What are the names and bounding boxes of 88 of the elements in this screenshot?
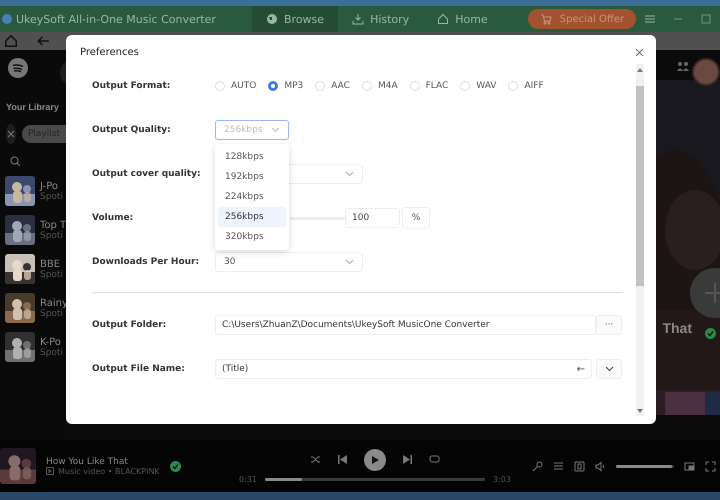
shuffle-icon[interactable] — [310, 454, 321, 465]
chevron-down-icon — [271, 127, 280, 133]
format-radio[interactable]: MP3 — [268, 81, 304, 91]
file-name-field[interactable]: (Title) ← — [215, 359, 592, 379]
chevron-down-icon — [345, 259, 354, 265]
nav-tab[interactable]: Browse — [252, 6, 338, 32]
track-title[interactable]: How You Like That — [46, 456, 160, 466]
playlist-subtitle: Spoti — [40, 270, 63, 280]
duration-time: 3:03 — [493, 474, 511, 484]
mini-player-icon[interactable] — [684, 460, 695, 472]
nav-tab[interactable]: Home — [423, 6, 502, 32]
playlist-subtitle: Spoti — [40, 192, 63, 202]
volume-slider[interactable] — [616, 464, 674, 468]
dropdown-option[interactable]: 128kbps — [218, 147, 286, 167]
play-button[interactable] — [364, 448, 386, 470]
scroll-up-icon[interactable] — [637, 68, 643, 72]
format-radio[interactable]: AAC — [315, 81, 350, 91]
playlist-subtitle: Spoti — [40, 308, 64, 318]
field-label: Output Quality: — [92, 125, 172, 135]
friends-icon[interactable] — [676, 60, 690, 74]
browse-button[interactable]: ··· — [596, 315, 622, 335]
progress-bar[interactable] — [265, 478, 485, 480]
volume-input[interactable]: 100 — [345, 208, 400, 228]
unit-label: % — [402, 207, 430, 229]
scrollbar[interactable] — [636, 64, 644, 416]
globe-icon — [266, 13, 278, 25]
playlist-title[interactable]: J-Po — [40, 180, 63, 192]
previous-icon[interactable] — [337, 454, 348, 465]
chevron-down-icon — [604, 366, 614, 372]
close-icon — [7, 130, 15, 138]
close-button[interactable] — [635, 48, 644, 57]
dropdown-option[interactable]: 192kbps — [218, 167, 286, 187]
field-label: Output Folder: — [92, 320, 168, 330]
menu-icon[interactable] — [644, 13, 656, 25]
folder-path-field[interactable]: C:\Users\ZhuanZ\Documents\UkeySoft MusicOne Converter — [215, 315, 596, 335]
downloads-select[interactable]: 30 — [215, 252, 363, 272]
microphone-icon[interactable] — [532, 460, 543, 472]
volume-icon[interactable] — [595, 460, 606, 472]
avatar[interactable] — [692, 58, 720, 86]
play-icon — [370, 454, 380, 464]
dropdown-option[interactable]: 320kbps — [218, 227, 286, 247]
playlist-title[interactable]: Rainy — [40, 298, 68, 308]
dropdown-option[interactable]: 224kbps — [218, 187, 286, 207]
video-icon — [46, 467, 54, 475]
format-radio[interactable]: M4A — [362, 81, 398, 91]
check-icon — [705, 328, 716, 339]
playlist-subtitle: Spoti — [40, 348, 63, 358]
chevron-down-icon — [345, 171, 354, 177]
back-arrow-icon[interactable] — [36, 34, 50, 48]
home-icon — [437, 13, 450, 25]
check-icon — [170, 460, 181, 472]
hero-title: That — [662, 320, 692, 336]
field-label: Downloads Per Hour: — [92, 257, 200, 267]
field-label: Output File Name: — [92, 364, 186, 374]
repeat-icon[interactable] — [429, 454, 440, 465]
field-label: Output Format: — [92, 81, 172, 91]
dropdown-option[interactable]: 256kbps — [218, 207, 286, 227]
field-label: Output cover quality: — [92, 169, 202, 179]
maximize-icon[interactable] — [700, 13, 712, 25]
cart-icon — [540, 13, 552, 25]
format-radio[interactable]: WAV — [460, 81, 496, 91]
dialog-title: Preferences — [80, 47, 139, 58]
library-heading: Your Library — [6, 102, 60, 112]
window-title: UkeySoft All-in-One Music Converter — [16, 12, 216, 26]
queue-icon[interactable] — [553, 460, 564, 472]
format-radio[interactable]: FLAC — [410, 81, 448, 91]
next-icon[interactable] — [402, 454, 413, 465]
playlist-title[interactable]: Top T — [40, 220, 66, 230]
track-subtitle: Music video • BLACKPINK — [58, 466, 160, 476]
home-icon[interactable] — [4, 34, 18, 48]
fullscreen-icon[interactable] — [705, 460, 716, 472]
format-radio[interactable]: AIFF — [508, 81, 544, 91]
playlist-title[interactable]: BBE — [40, 258, 63, 270]
download-icon — [352, 13, 364, 25]
scroll-down-icon[interactable] — [637, 409, 643, 413]
device-icon[interactable] — [574, 460, 585, 472]
app-logo-icon — [2, 14, 12, 24]
insert-button[interactable]: ← — [576, 364, 585, 374]
plus-icon — [703, 281, 720, 305]
nav-tab[interactable]: History — [338, 6, 424, 32]
elapsed-time: 0:31 — [239, 474, 257, 484]
field-label: Volume: — [92, 213, 134, 223]
format-radio[interactable]: AUTO — [215, 81, 256, 91]
music-logo-icon[interactable] — [8, 58, 28, 78]
clear-filter-button[interactable] — [6, 124, 16, 144]
search-icon[interactable] — [10, 156, 21, 167]
playlist-title[interactable]: K-Po — [40, 336, 63, 348]
playlist-subtitle: Spoti — [40, 230, 64, 240]
